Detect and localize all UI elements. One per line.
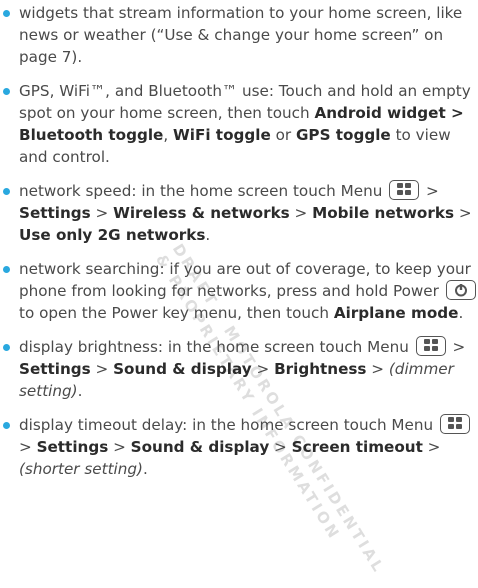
menu-key-icon — [389, 180, 420, 200]
bullet-icon — [3, 344, 10, 351]
battery-tips-list: widgets that stream information to your … — [0, 2, 478, 480]
bullet-icon — [3, 422, 10, 429]
list-item: display timeout delay: in the home scree… — [0, 414, 478, 480]
manual-page: DRAFT - MOTOROLA CONFIDENTIAL & PROPRIET… — [0, 0, 478, 577]
bullet-icon — [3, 266, 10, 273]
power-key-icon — [445, 280, 476, 300]
list-item: network searching: if you are out of cov… — [0, 258, 478, 324]
bullet-icon — [3, 88, 10, 95]
menu-key-icon — [415, 336, 446, 356]
bullet-icon — [3, 188, 10, 195]
list-item: GPS, WiFi™, and Bluetooth™ use: Touch an… — [0, 80, 478, 168]
menu-key-icon — [439, 414, 470, 434]
list-item: widgets that stream information to your … — [0, 2, 478, 68]
bullet-icon — [3, 10, 10, 17]
list-item: network speed: in the home screen touch … — [0, 180, 478, 246]
list-item: display brightness: in the home screen t… — [0, 336, 478, 402]
